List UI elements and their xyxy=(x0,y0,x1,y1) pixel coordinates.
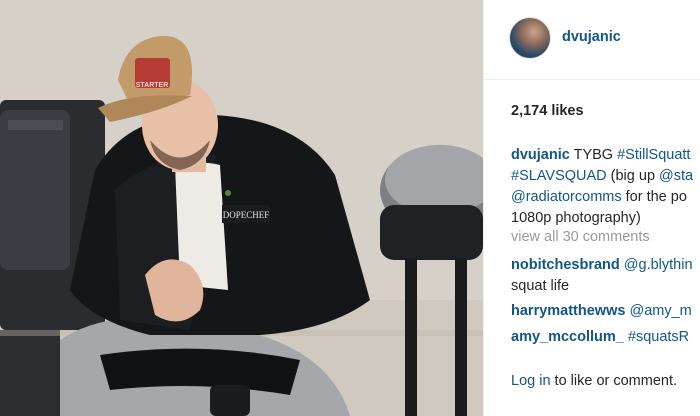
likes-count[interactable]: 2,174 likes xyxy=(511,103,584,119)
post-caption: dvujanic TYBG #StillSquatt #SLAVSQUAD (b… xyxy=(511,145,700,229)
post-header: dvujanic xyxy=(484,0,700,80)
comment: harrymatthewws @amy_m xyxy=(511,301,700,322)
caption-text: 1080p photography) xyxy=(511,210,641,226)
comment-text: squat life xyxy=(511,278,570,294)
comment: nobitchesbrand @g.blythin squat life xyxy=(511,255,700,297)
photo-illustration: DOPECHEF STARTER xyxy=(0,0,483,416)
comment-username[interactable]: harrymatthewws xyxy=(511,303,625,319)
caption-author[interactable]: dvujanic xyxy=(511,147,570,163)
post-photo[interactable]: DOPECHEF STARTER xyxy=(0,0,483,416)
jacket-patch-text: DOPECHEF xyxy=(223,210,270,220)
login-link[interactable]: Log in xyxy=(511,373,551,389)
caption-text: (big up xyxy=(606,168,660,184)
comment-mention[interactable]: @amy_m xyxy=(629,303,691,319)
comment-hashtag[interactable]: #squatsR xyxy=(628,329,689,345)
comment-username[interactable]: amy_mccollum_ xyxy=(511,329,624,345)
view-all-comments-link[interactable]: view all 30 comments xyxy=(511,229,650,245)
caption-hashtag[interactable]: #StillSquatt xyxy=(617,147,690,163)
post-details-panel: dvujanic 2,174 likes dvujanic TYBG #Stil… xyxy=(483,0,700,416)
caption-hashtag[interactable]: #SLAVSQUAD xyxy=(511,168,607,184)
login-prompt-text: to like or comment. xyxy=(550,373,678,389)
comment: amy_mccollum_ #squatsR xyxy=(511,327,700,348)
caption-mention[interactable]: @radiatorcomms xyxy=(511,189,622,205)
login-prompt: Log in to like or comment. xyxy=(511,373,677,389)
avatar[interactable] xyxy=(509,17,551,59)
post-author-username[interactable]: dvujanic xyxy=(562,29,621,45)
caption-mention[interactable]: @sta xyxy=(659,168,693,184)
comment-mention[interactable]: @g.blythin xyxy=(624,257,693,273)
comment-username[interactable]: nobitchesbrand xyxy=(511,257,620,273)
caption-text: for the po xyxy=(621,189,687,205)
cap-logo-text: STARTER xyxy=(136,82,169,89)
caption-text: TYBG xyxy=(569,147,618,163)
